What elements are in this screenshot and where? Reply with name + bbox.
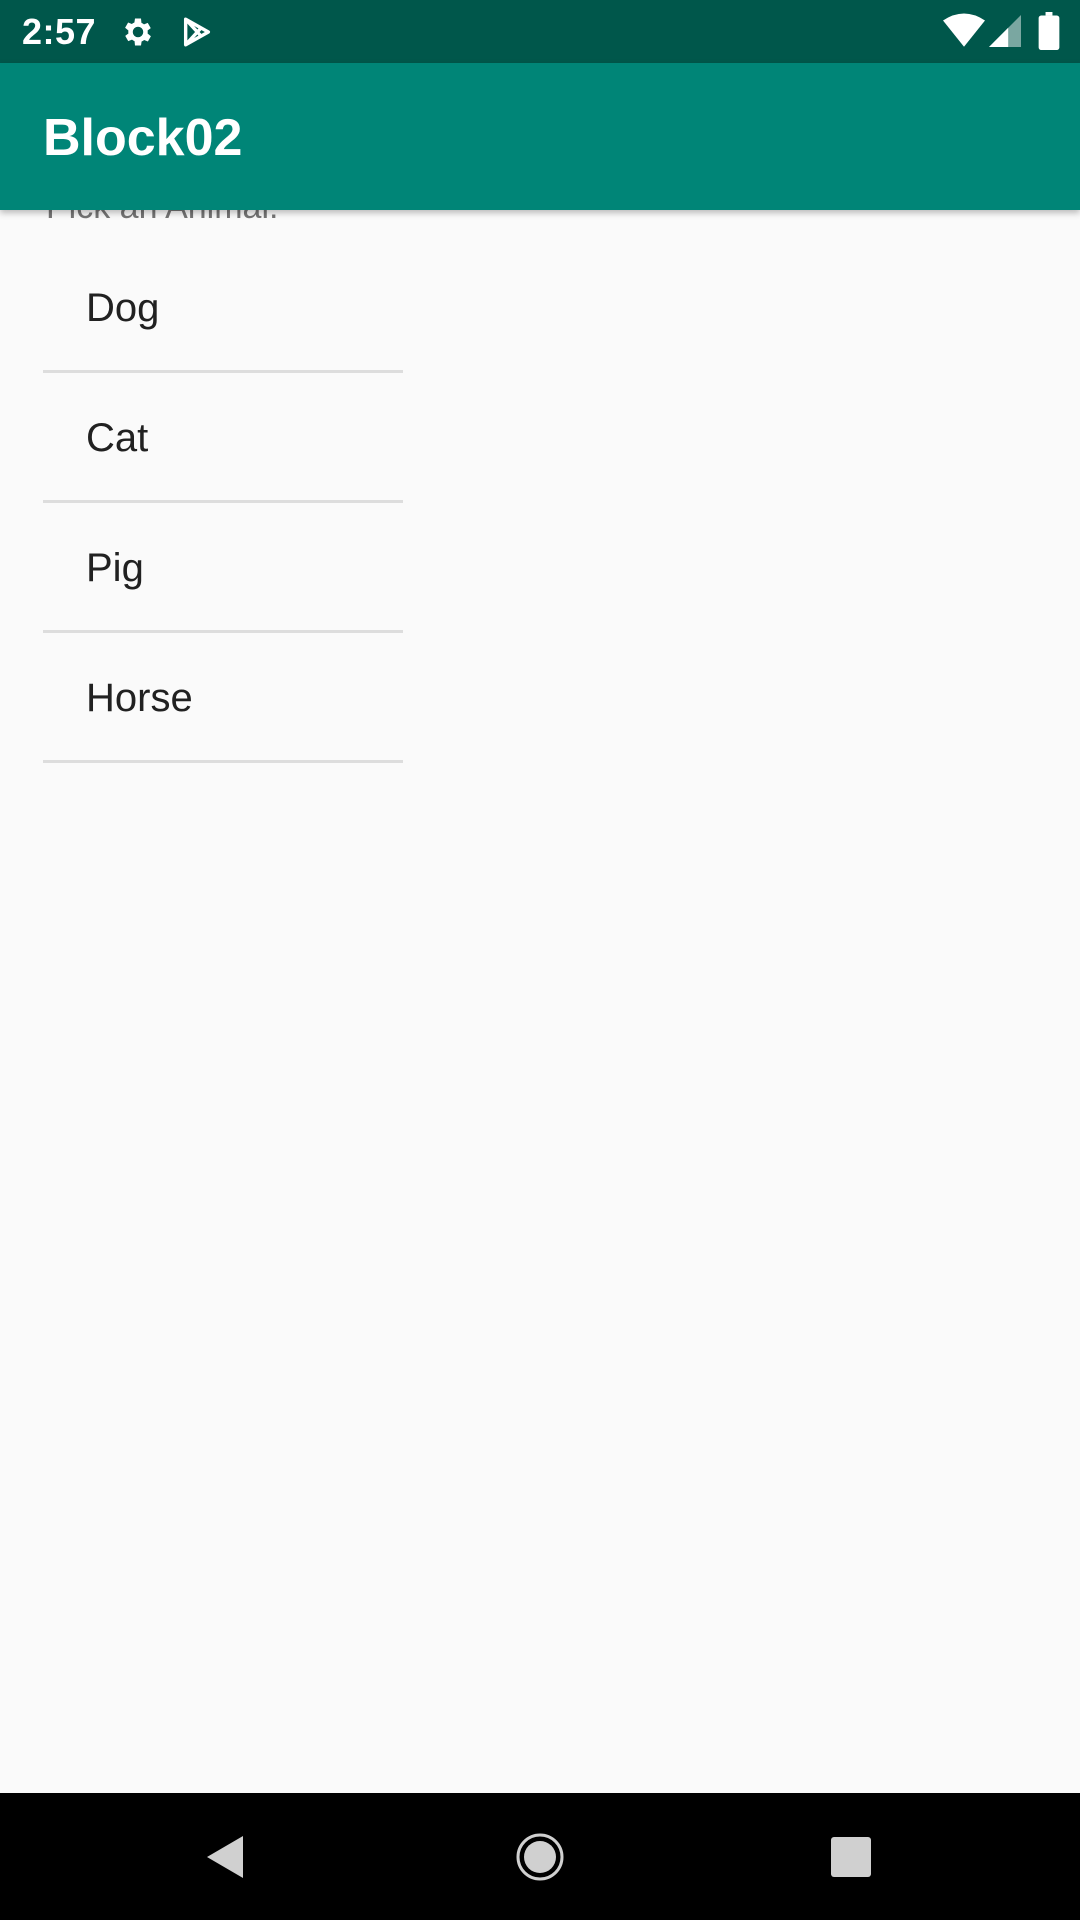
navigation-bar <box>0 1793 1080 1920</box>
animal-list: Dog Cat Pig Horse <box>43 243 403 763</box>
list-item-label: Pig <box>86 546 144 590</box>
back-button[interactable] <box>165 1793 285 1920</box>
list-item-label: Dog <box>86 286 160 330</box>
status-bar: 2:57 <box>0 0 1080 63</box>
list-item-cat[interactable]: Cat <box>43 373 403 503</box>
recents-button[interactable] <box>791 1793 911 1920</box>
list-item-label: Horse <box>86 676 193 720</box>
settings-icon <box>120 14 156 55</box>
list-item-horse[interactable]: Horse <box>43 633 403 763</box>
status-time: 2:57 <box>22 11 97 52</box>
list-item-pig[interactable]: Pig <box>43 503 403 633</box>
home-button[interactable] <box>480 1793 600 1920</box>
app-title: Block02 <box>43 109 243 167</box>
list-item-label: Cat <box>86 416 149 460</box>
battery-icon <box>1038 12 1060 55</box>
wifi-icon <box>943 13 985 54</box>
play-store-icon <box>180 14 214 55</box>
list-item-dog[interactable]: Dog <box>43 243 403 373</box>
app-bar: Block02 <box>0 63 1080 210</box>
main-content: Pick an Animal: Dog Cat Pig Horse <box>0 210 1080 1793</box>
signal-icon <box>989 14 1021 53</box>
pick-animal-label: Pick an Animal: <box>46 210 278 227</box>
